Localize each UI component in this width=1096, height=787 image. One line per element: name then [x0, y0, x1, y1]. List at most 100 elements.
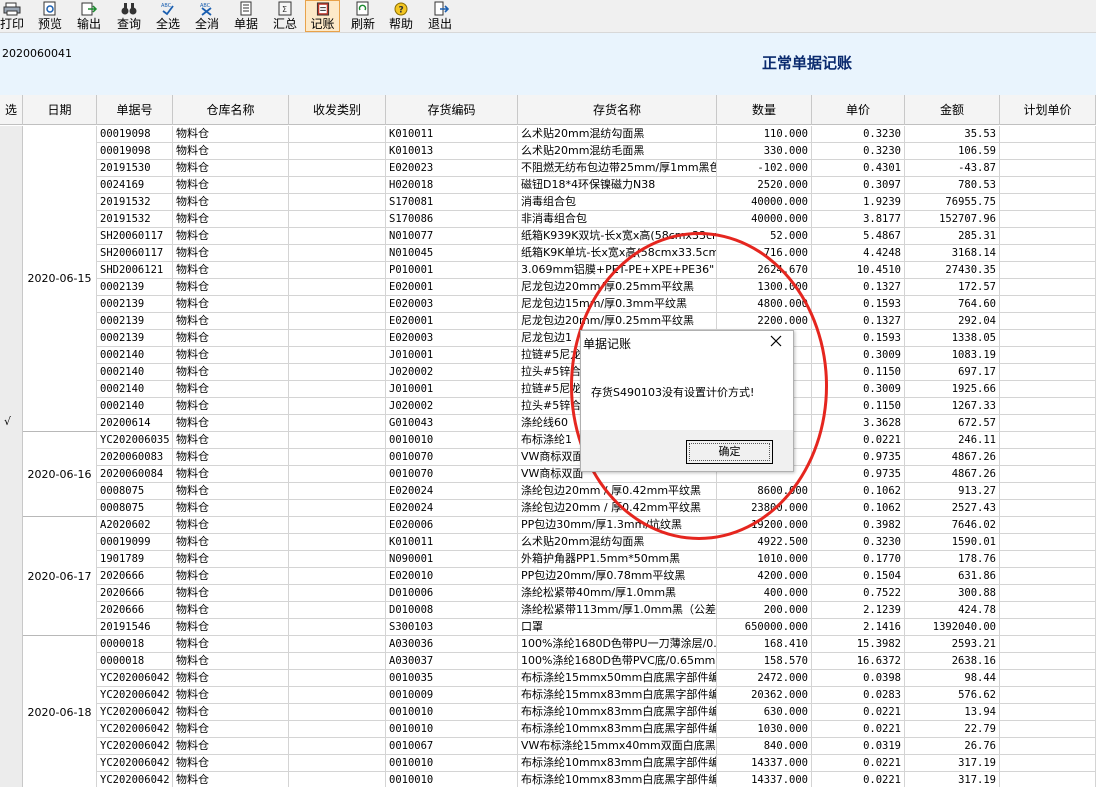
- table-cell: 0.0283: [812, 687, 905, 704]
- table-row[interactable]: YC202006042 物料仓 0010010 布标涤纶10mmx83mm白底黑字部件…: [0, 721, 1096, 738]
- column-header[interactable]: 单价: [812, 95, 905, 125]
- toolbar-button-summary[interactable]: Σ 汇总: [270, 0, 300, 32]
- table-row[interactable]: 0002139 物料仓 E020001 尼龙包边20mm/厚0.25mm平纹黑 1300…: [0, 279, 1096, 296]
- table-row[interactable]: YC202006042 物料仓 0010009 布标涤纶15mmx83mm白底黑字部件…: [0, 687, 1096, 704]
- table-cell: 0010010: [386, 755, 518, 772]
- table-cell: [289, 466, 386, 483]
- column-header[interactable]: 计划单价: [1000, 95, 1096, 125]
- toolbar-button-document[interactable]: 单据: [231, 0, 261, 32]
- column-header[interactable]: 金额: [905, 95, 1000, 125]
- toolbar-button-select-all[interactable]: ABC 全选: [153, 0, 183, 32]
- table-row[interactable]: 20191530 物料仓 E020023 不阻燃无纺布包边带25mm/厚1mm黑色 -1…: [0, 160, 1096, 177]
- toolbar-button-exit[interactable]: 退出: [425, 0, 455, 32]
- table-row[interactable]: YC202006042 物料仓 0010010 布标涤纶10mmx83mm白底黑字部件…: [0, 755, 1096, 772]
- table-row[interactable]: YC202006042 物料仓 0010067 VW布标涤纶15mmx40mm双面白底…: [0, 738, 1096, 755]
- table-cell: 10.4510: [812, 262, 905, 279]
- table-row[interactable]: SH20060117 物料仓 N010045 纸箱K9K单坑-长x宽x高(58cmx3…: [0, 245, 1096, 262]
- column-header[interactable]: 存货编码: [386, 95, 518, 125]
- toolbar-button-help[interactable]: ? 帮助: [386, 0, 416, 32]
- table-row[interactable]: YC202006042 物料仓 0010010 布标涤纶10mmx83mm白底黑字部件…: [0, 704, 1096, 721]
- column-header[interactable]: 数量: [717, 95, 812, 125]
- table-cell: S170081: [386, 194, 518, 211]
- table-row[interactable]: 20191532 物料仓 S170086 非消毒组合包 40000.000 3.8177 1…: [0, 211, 1096, 228]
- table-row[interactable]: A2020602 物料仓 E020006 PP包边30mm/厚1.3mm/坑纹黑 192…: [0, 517, 1096, 534]
- table-cell: 14337.000: [717, 755, 812, 772]
- table-row[interactable]: 0002140 物料仓 J010001 拉链#5尼龙 0.3009 1083.19: [0, 347, 1096, 364]
- table-row[interactable]: 0002139 物料仓 E020001 尼龙包边20mm/厚0.25mm平纹黑 2200…: [0, 313, 1096, 330]
- table-row[interactable]: 20200614 物料仓 G010043 涤纶线60 3.3628 672.57: [0, 415, 1096, 432]
- table-cell: 2527.43: [905, 500, 1000, 517]
- table-cell: 物料仓: [173, 517, 289, 534]
- table-cell: 0.0398: [812, 670, 905, 687]
- table-cell: [1000, 483, 1096, 500]
- table-row[interactable]: SHD20061​21 物料仓 P010001 3.069mm铝膜+PET-PE+XP…: [0, 262, 1096, 279]
- table-row[interactable]: 2020666 物料仓 D010006 涤纶松紧带40mm/厚1.0mm黑 400.00…: [0, 585, 1096, 602]
- table-row[interactable]: 2020666 物料仓 E020010 PP包边20mm/厚0.78mm平纹黑 4200…: [0, 568, 1096, 585]
- column-header[interactable]: 单据号: [97, 95, 173, 125]
- table-cell: 物料仓: [173, 415, 289, 432]
- table-row[interactable]: 0002140 物料仓 J020002 拉头#5锌合 0.1150 697.17: [0, 364, 1096, 381]
- toolbar-button-printer[interactable]: 打印: [0, 0, 26, 32]
- table-cell: 27430.35: [905, 262, 1000, 279]
- table-row[interactable]: 0008075 物料仓 E020024 涤纶包边20mm / 厚0.42mm平纹黑 86…: [0, 483, 1096, 500]
- toolbar-button-refresh[interactable]: 刷新: [348, 0, 378, 32]
- table-cell: 布标涤纶10mmx83mm白底黑字部件编号: [518, 704, 717, 721]
- table-row[interactable]: 20191532 物料仓 S170081 消毒组合包 40000.000 1.9239 76…: [0, 194, 1096, 211]
- table-row[interactable]: 0008075 物料仓 E020024 涤纶包边20mm / 厚0.42mm平纹黑 23…: [0, 500, 1096, 517]
- table-row[interactable]: 2020666 物料仓 D010008 涤纶松紧带113mm/厚1.0mm黑（公差-(…: [0, 602, 1096, 619]
- table-cell: 00019098: [97, 126, 173, 143]
- table-row[interactable]: 2020060083 物料仓 0010070 VW商标双面 0.9735 4867.26: [0, 449, 1096, 466]
- toolbar-button-preview[interactable]: 预览: [35, 0, 65, 32]
- table-row[interactable]: YC202006042 物料仓 0010010 布标涤纶10mmx83mm白底黑字部件…: [0, 772, 1096, 787]
- table-row[interactable]: 0000018 物料仓 A030037 100%涤纶1680D色带PVC底/0.65m…: [0, 653, 1096, 670]
- table-row[interactable]: 20191546 物料仓 S300103 口罩 650000.000 2.1416 1392…: [0, 619, 1096, 636]
- table-cell: [289, 670, 386, 687]
- table-cell: [289, 687, 386, 704]
- table-row[interactable]: 1901789 物料仓 N090001 外箱护角器PP1.5mm*50mm黑 1010.…: [0, 551, 1096, 568]
- toolbar-button-post-ledger[interactable]: 记账: [305, 0, 340, 32]
- ok-button[interactable]: 确定: [686, 440, 773, 464]
- column-header[interactable]: 选择: [0, 95, 23, 147]
- table-cell: J020002: [386, 364, 518, 381]
- table-row[interactable]: 0000018 物料仓 A030036 100%涤纶1680D色带PU一刀薄涂层/0.…: [0, 636, 1096, 653]
- toolbar-button-export[interactable]: 输出: [74, 0, 104, 32]
- table-cell: 物料仓: [173, 449, 289, 466]
- table-cell: 0010010: [386, 772, 518, 787]
- table-cell: [1000, 160, 1096, 177]
- column-header[interactable]: 日期: [23, 95, 97, 125]
- column-header[interactable]: 收发类别: [289, 95, 386, 125]
- table-row[interactable]: 0002139 物料仓 E020003 尼龙包边15mm/厚0.3mm平纹黑 4800.…: [0, 296, 1096, 313]
- table-cell: [289, 551, 386, 568]
- table-row[interactable]: YC202006042 物料仓 0010035 布标涤纶15mmx50mm白底黑字部件…: [0, 670, 1096, 687]
- table-cell: 4922.500: [717, 534, 812, 551]
- column-header[interactable]: 仓库名称: [173, 95, 289, 125]
- toolbar-button-label: 汇总: [272, 17, 297, 31]
- table-row[interactable]: 00019098 物料仓 K010011 么术贴20mm混纺勾面黑 110.000 0.3…: [0, 126, 1096, 143]
- table-row[interactable]: YC202006035 物料仓 0010010 布标涤纶1 0.0221 246.11: [0, 432, 1096, 449]
- table-cell: 物料仓: [173, 279, 289, 296]
- column-header[interactable]: 存货名称: [518, 95, 717, 125]
- table-row[interactable]: 0002139 物料仓 E020003 尼龙包边1 0.1593 1338.05: [0, 330, 1096, 347]
- close-icon[interactable]: [769, 334, 783, 348]
- table-cell: 2.1239: [812, 602, 905, 619]
- table-row[interactable]: 0002140 物料仓 J020002 拉头#5锌合 0.1150 1267.33: [0, 398, 1096, 415]
- table-cell: 1010.000: [717, 551, 812, 568]
- table-cell: 16.6372: [812, 653, 905, 670]
- table-row[interactable]: 00019098 物料仓 K010013 么术贴20mm混纺毛面黑 330.000 0.3…: [0, 143, 1096, 160]
- toolbar-button-label: 全消: [194, 17, 219, 31]
- table-row[interactable]: 00019099 物料仓 K010011 么术贴20mm混纺勾面黑 4922.500 0.…: [0, 534, 1096, 551]
- table-cell: [289, 534, 386, 551]
- table-cell: 2472.000: [717, 670, 812, 687]
- table-row[interactable]: 0024169 物料仓 H020018 磁钮D18*4环保镍磁力N38 2520.000…: [0, 177, 1096, 194]
- table-cell: [1000, 296, 1096, 313]
- toolbar-button-deselect-all[interactable]: ABC 全消: [192, 0, 222, 32]
- table-row[interactable]: 2020060084 物料仓 0010070 VW商标双面 0.9735 4867.26: [0, 466, 1096, 483]
- toolbar-button-binoculars[interactable]: 查询: [114, 0, 144, 32]
- table-row[interactable]: 0002140 物料仓 J010001 拉链#5尼龙 0.3009 1925.66: [0, 381, 1096, 398]
- svg-text:ABC: ABC: [161, 3, 172, 9]
- table-cell: [289, 602, 386, 619]
- table-cell: 424.78: [905, 602, 1000, 619]
- table-cell: SH20060117: [97, 245, 173, 262]
- table-cell: YC202006035: [97, 432, 173, 449]
- table-row[interactable]: SH20060117 物料仓 N010077 纸箱K939K双坑-长x宽x高(58cm…: [0, 228, 1096, 245]
